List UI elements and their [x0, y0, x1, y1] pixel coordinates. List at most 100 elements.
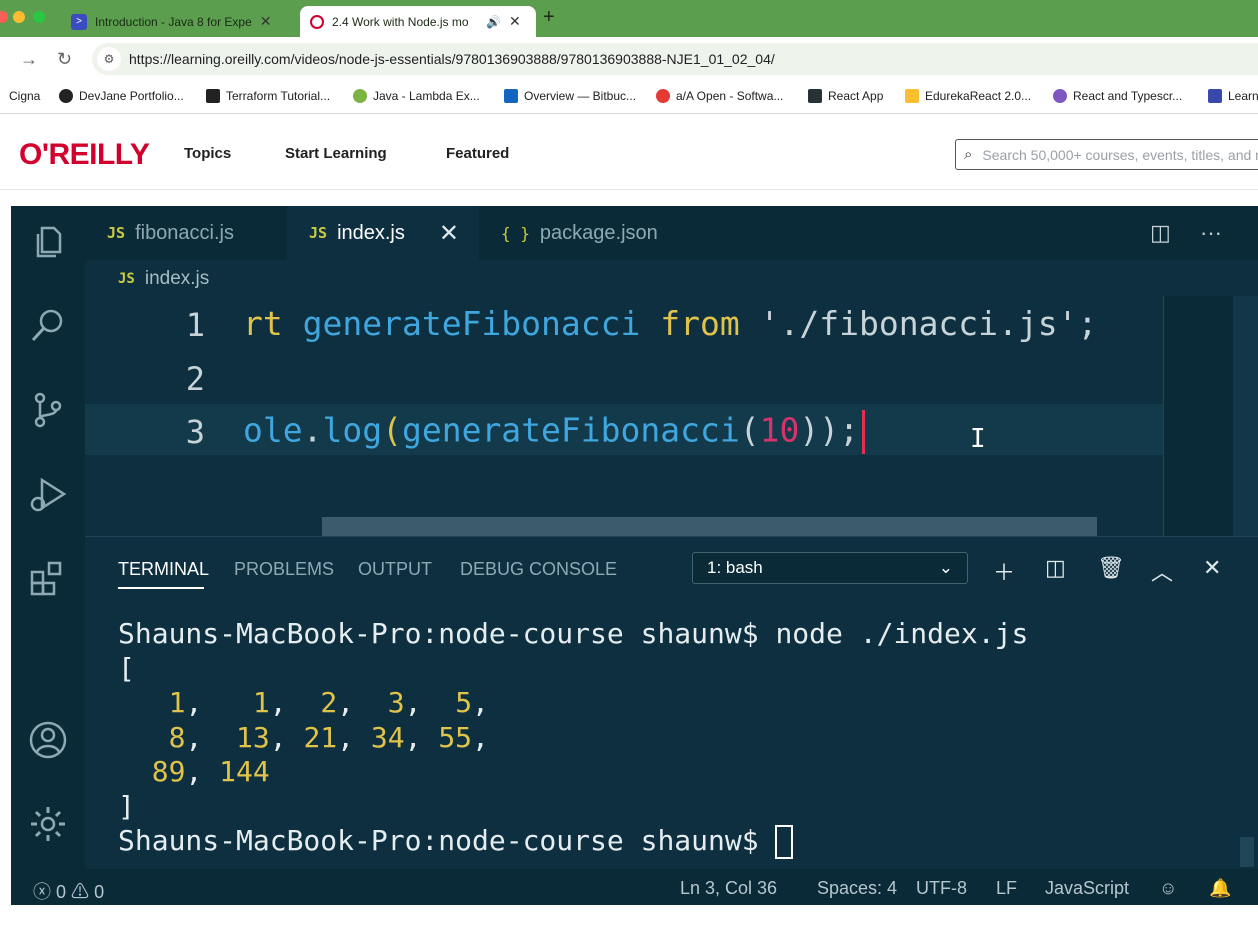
add-terminal-icon[interactable]: ＋ — [993, 555, 1015, 587]
bookmark-label: a/A Open - Softwa... — [676, 89, 784, 103]
close-tab-icon[interactable]: ✕ — [260, 13, 272, 30]
nav-featured[interactable]: Featured — [446, 145, 509, 162]
minimap[interactable] — [1163, 296, 1233, 536]
course-icon — [1053, 89, 1067, 103]
breadcrumb[interactable]: JS index.js — [118, 268, 209, 290]
app-academy-icon — [656, 89, 670, 103]
search-icon: ⌕ — [964, 146, 973, 163]
panel-tab-debug-console[interactable]: DEBUG CONSOLE — [460, 559, 617, 580]
text-cursor — [861, 410, 865, 454]
bookmark-item[interactable]: React and Typescr... — [1053, 89, 1182, 103]
more-actions-icon[interactable]: ··· — [1200, 220, 1222, 246]
bookmark-item[interactable]: EdurekaReact 2.0... — [905, 89, 1031, 103]
bookmark-item[interactable]: Terraform Tutorial... — [206, 89, 330, 103]
close-window-button[interactable] — [0, 11, 8, 23]
video-player-vscode[interactable]: JS fibonacci.js JS index.js ✕ { } packag… — [11, 206, 1258, 905]
speaker-icon[interactable]: 🔊 — [486, 15, 501, 29]
bookmark-item[interactable]: DevJane Portfolio... — [59, 89, 184, 103]
chevron-down-icon: ⌄ — [938, 558, 953, 577]
split-terminal-icon[interactable]: ◫ — [1045, 555, 1066, 581]
bookmark-item[interactable]: Overview — Bitbuc... — [504, 89, 636, 103]
nav-topics[interactable]: Topics — [184, 145, 231, 162]
terminal-number: 1 — [168, 686, 186, 719]
vertical-scrollbar[interactable] — [1233, 296, 1258, 536]
tab-package-json[interactable]: { } package.json — [479, 206, 689, 260]
close-tab-icon[interactable]: ✕ — [509, 13, 521, 30]
bookmark-item[interactable]: Java - Lambda Ex... — [353, 89, 480, 103]
browser-tab-node[interactable]: 2.4 Work with Node.js mo 🔊 ✕ — [300, 6, 536, 37]
terminal-number: 5 — [455, 686, 473, 719]
oreilly-header: O'REILLY Topics Start Learning Featured … — [0, 118, 1258, 190]
status-bar: ⓧ 0 ⚠ 0 Ln 3, Col 36 Spaces: 4 UTF-8 LF … — [11, 869, 1258, 905]
cursor-position[interactable]: Ln 3, Col 36 — [680, 878, 777, 899]
bookmark-item[interactable]: React App — [808, 89, 883, 103]
line-number: 3 — [185, 413, 205, 451]
source-control-icon[interactable] — [28, 390, 68, 430]
bookmark-item[interactable]: Cigna — [9, 89, 40, 103]
close-icon[interactable]: ✕ — [439, 219, 459, 248]
panel-tab-output[interactable]: OUTPUT — [358, 559, 432, 580]
terminal-output[interactable]: Shauns-MacBook-Pro:node-course shaunw$ n… — [118, 617, 1028, 859]
code-token: )); — [799, 410, 859, 450]
java-lambda-icon — [353, 89, 367, 103]
code-token: ole — [243, 410, 303, 450]
line-ending[interactable]: LF — [996, 878, 1017, 899]
account-icon[interactable] — [28, 720, 68, 760]
new-tab-button[interactable]: + — [543, 6, 555, 29]
browser-tab-java[interactable]: > Introduction - Java 8 for Expe ✕ — [61, 6, 295, 37]
bookmark-label: Cigna — [9, 89, 41, 103]
bookmark-label: Java - Lambda Ex... — [373, 89, 480, 103]
oreilly-icon — [310, 14, 324, 29]
terminal-number: 55 — [438, 720, 473, 754]
tab-label: package.json — [539, 221, 658, 244]
forward-icon[interactable]: → — [20, 49, 38, 70]
panel-tab-terminal[interactable]: TERMINAL — [118, 559, 209, 580]
shell-select[interactable]: 1: bash ⌄ — [692, 552, 968, 584]
tab-index-js[interactable]: JS index.js ✕ — [287, 206, 479, 260]
minimize-window-button[interactable] — [13, 11, 25, 23]
indentation[interactable]: Spaces: 4 — [817, 878, 897, 899]
problems-status[interactable]: ⓧ 0 ⚠ 0 — [33, 878, 104, 904]
site-search[interactable]: ⌕ Search 50,000+ courses, events, titles… — [955, 139, 1258, 170]
terminal-number: 34 — [370, 720, 405, 754]
nav-start-learning[interactable]: Start Learning — [285, 145, 387, 162]
site-info-icon[interactable]: ⚙ — [97, 47, 121, 71]
close-panel-icon[interactable]: ✕ — [1203, 555, 1221, 581]
bookmark-item[interactable]: Learn — [1208, 89, 1258, 103]
code-line-3: ole.log(generateFibonacci(10)); — [243, 410, 865, 454]
gear-icon[interactable] — [28, 804, 68, 844]
omnibox[interactable]: ⚙ https://learning.oreilly.com/videos/no… — [92, 43, 1258, 75]
run-debug-icon[interactable] — [28, 474, 68, 514]
warning-count: 0 — [94, 882, 105, 902]
terminal-prompt: Shauns-MacBook-Pro:node-course shaunw$ — [118, 824, 776, 857]
browser-tab-strip: > Introduction - Java 8 for Expe ✕ 2.4 W… — [0, 0, 1258, 37]
bookmark-label: Learn — [1228, 89, 1258, 103]
terminal-scrollbar[interactable] — [1240, 837, 1254, 867]
google-drive-icon — [905, 89, 919, 103]
horizontal-scrollbar[interactable] — [322, 517, 1097, 536]
chevron-up-icon[interactable]: ︿ — [1151, 555, 1173, 587]
terminal-number: 3 — [387, 686, 405, 719]
tab-fibonacci-js[interactable]: JS fibonacci.js — [85, 206, 287, 260]
search-icon[interactable] — [28, 306, 68, 346]
split-editor-icon[interactable]: ◫ — [1150, 220, 1171, 246]
trash-icon[interactable]: 🗑 — [1097, 555, 1125, 581]
url-text[interactable]: https://learning.oreilly.com/videos/node… — [129, 51, 775, 67]
search-input[interactable]: Search 50,000+ courses, events, titles, … — [982, 147, 1258, 163]
bell-icon[interactable]: 🔔 — [1209, 878, 1231, 899]
code-editor[interactable]: 1 2 3 rt generateFibonacci from './fibon… — [85, 296, 1163, 536]
feedback-icon[interactable]: ☺ — [1159, 878, 1177, 899]
language-mode[interactable]: JavaScript — [1045, 878, 1129, 899]
bookmark-item[interactable]: a/A Open - Softwa... — [656, 89, 783, 103]
extensions-icon[interactable] — [28, 558, 68, 598]
oreilly-logo[interactable]: O'REILLY — [19, 138, 150, 172]
encoding[interactable]: UTF-8 — [916, 878, 967, 899]
reload-icon[interactable]: ↻ — [57, 49, 72, 70]
bitbucket-icon — [504, 89, 518, 103]
error-icon: ⓧ — [33, 882, 51, 902]
terminal-number: 1 — [252, 686, 270, 719]
panel-tab-problems[interactable]: PROBLEMS — [234, 559, 334, 580]
code-token: . — [302, 410, 323, 450]
files-icon[interactable] — [28, 222, 68, 262]
maximize-window-button[interactable] — [33, 11, 45, 23]
